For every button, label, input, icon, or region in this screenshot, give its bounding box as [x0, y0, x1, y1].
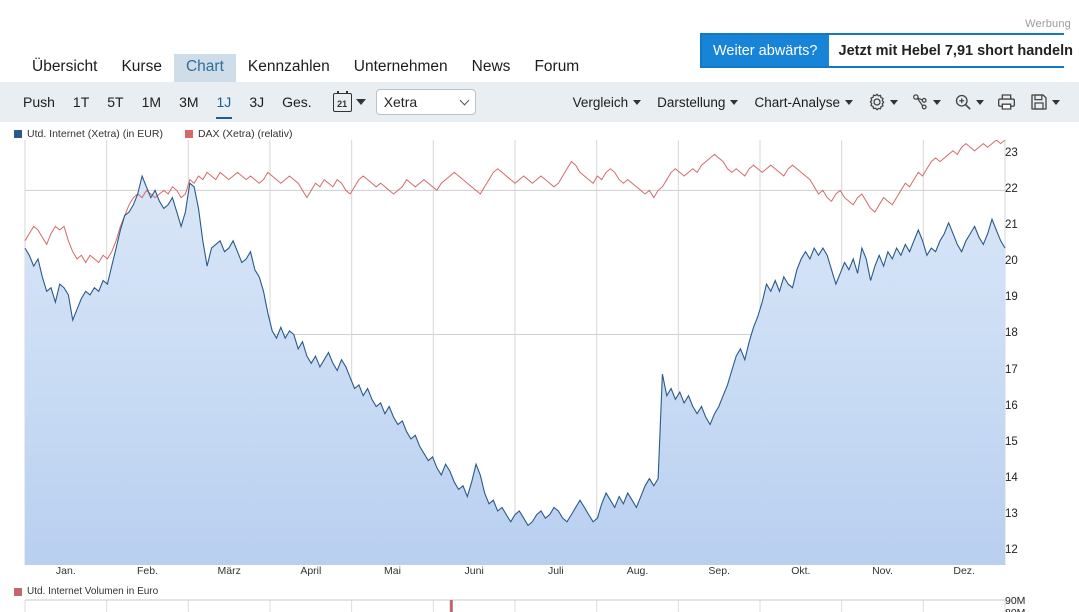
exchange-select[interactable]: Xetra [376, 89, 476, 115]
range-button-1t[interactable]: 1T [64, 91, 98, 113]
legend-item[interactable]: Utd. Internet (Xetra) (in EUR) [14, 128, 163, 140]
nav-item-label: News [472, 58, 511, 75]
menu-vergleich-label: Vergleich [573, 95, 629, 110]
x-axis-tick: Aug. [627, 565, 649, 577]
y-axis-tick: 13 [1005, 508, 1018, 520]
nav-item-label: Forum [534, 58, 579, 75]
price-chart-svg [0, 140, 1079, 572]
legend-swatch-icon [14, 130, 22, 138]
nav-item-label: Kurse [121, 58, 162, 75]
nav-item-label: Übersicht [32, 58, 97, 75]
x-axis-tick: April [300, 565, 321, 577]
x-axis-tick: Sep. [708, 565, 730, 577]
y-axis-tick: 21 [1005, 219, 1018, 231]
y-axis-tick: 23 [1005, 147, 1018, 159]
chart-page: Werbung Weiter abwärts? Jetzt mit Hebel … [0, 0, 1079, 612]
volume-axis-top-label: 90M [1005, 595, 1025, 607]
x-axis-tick: Dez. [953, 565, 975, 577]
x-axis-tick: Juli [548, 565, 564, 577]
x-axis-tick: Feb. [137, 565, 158, 577]
x-axis-tick: Nov. [872, 565, 893, 577]
nav-item-label: Unternehmen [354, 58, 448, 75]
chevron-down-icon [730, 100, 738, 105]
zoom-button[interactable] [948, 90, 989, 114]
chevron-down-icon [356, 99, 366, 105]
menu-chart-analyse-label: Chart-Analyse [754, 95, 840, 110]
y-axis-tick: 18 [1005, 327, 1018, 339]
nav-item-label: Kennzahlen [248, 58, 330, 75]
volume-legend: Utd. Internet Volumen in Euro [14, 586, 158, 597]
menu-darstellung-label: Darstellung [657, 95, 725, 110]
nav-item-kurse[interactable]: Kurse [109, 54, 174, 82]
y-axis-tick: 15 [1005, 436, 1018, 448]
chevron-down-icon [933, 100, 941, 105]
nav-item-forum[interactable]: Forum [522, 54, 591, 82]
volume-legend-label: Utd. Internet Volumen in Euro [27, 586, 158, 597]
main-nav: Übersicht Kurse Chart Kennzahlen Unternehmen… [0, 52, 1079, 82]
y-axis-tick: 20 [1005, 255, 1018, 267]
nav-item-unternehmen[interactable]: Unternehmen [342, 54, 460, 82]
menu-chart-analyse[interactable]: Chart-Analyse [747, 92, 860, 113]
price-chart[interactable] [0, 140, 1079, 572]
range-button-ges[interactable]: Ges. [273, 91, 321, 113]
y-axis-tick: 22 [1005, 183, 1018, 195]
chart-legend: Utd. Internet (Xetra) (in EUR) DAX (Xetra… [14, 128, 292, 140]
settings-button[interactable] [862, 90, 903, 114]
legend-label: Utd. Internet (Xetra) (in EUR) [27, 128, 163, 140]
menu-darstellung[interactable]: Darstellung [650, 92, 745, 113]
chevron-down-icon [633, 100, 641, 105]
legend-item[interactable]: DAX (Xetra) (relativ) [185, 128, 293, 140]
range-button-3m[interactable]: 3M [170, 91, 207, 113]
y-axis-tick: 12 [1005, 544, 1018, 556]
save-button[interactable] [1024, 90, 1065, 114]
y-axis-tick: 17 [1005, 364, 1018, 376]
volume-chart-svg [0, 598, 1079, 612]
nav-item-kennzahlen[interactable]: Kennzahlen [236, 54, 342, 82]
ad-label: Werbung [1025, 18, 1071, 30]
x-axis-tick: März [217, 565, 240, 577]
chevron-down-icon [845, 100, 853, 105]
menu-vergleich[interactable]: Vergleich [566, 92, 649, 113]
printer-icon [996, 92, 1017, 112]
volume-axis-second-label: 80M [1005, 607, 1025, 612]
chevron-down-icon [459, 96, 469, 106]
y-axis: 23 22 21 20 19 18 17 16 15 14 13 12 [1005, 140, 1075, 572]
range-button-5t[interactable]: 5T [98, 91, 132, 113]
range-button-1m[interactable]: 1M [133, 91, 170, 113]
calendar-icon: 21 [333, 93, 352, 112]
range-button-push[interactable]: Push [14, 91, 64, 113]
chevron-down-icon [976, 100, 984, 105]
exchange-select-value: Xetra [384, 94, 417, 110]
toolbar-right-group: Vergleich Darstellung Chart-Analyse [566, 90, 1065, 114]
chevron-down-icon [890, 100, 898, 105]
legend-label: DAX (Xetra) (relativ) [198, 128, 293, 140]
y-axis-tick: 14 [1005, 472, 1018, 484]
indicators-button[interactable] [905, 90, 946, 114]
legend-swatch-icon [185, 130, 193, 138]
save-floppy-icon [1029, 92, 1049, 112]
nav-item--bersicht[interactable]: Übersicht [20, 54, 109, 82]
indicator-nodes-icon [910, 92, 930, 112]
x-axis-tick: Jan. [56, 565, 76, 577]
volume-legend-swatch [14, 588, 22, 596]
range-button-3j[interactable]: 3J [240, 91, 273, 113]
chart-toolbar: Push1T5T1M3M1J3JGes. 21 Xetra Vergleich … [0, 82, 1079, 122]
date-picker-button[interactable]: 21 [333, 93, 366, 112]
gear-icon [867, 92, 887, 112]
chevron-down-icon [1052, 100, 1060, 105]
range-button-1j[interactable]: 1J [208, 91, 241, 113]
nav-item-news[interactable]: News [460, 54, 523, 82]
zoom-in-icon [953, 92, 973, 112]
nav-item-chart[interactable]: Chart [174, 54, 236, 82]
nav-item-label: Chart [186, 58, 224, 75]
print-button[interactable] [991, 90, 1022, 114]
y-axis-tick: 16 [1005, 400, 1018, 412]
volume-chart[interactable] [0, 598, 1079, 612]
volume-bar [450, 600, 453, 612]
x-axis-tick: Mai [384, 565, 401, 577]
x-axis: Jan. Feb. März April Mai Juni Juli Aug. Sep. Okt.… [0, 565, 1079, 585]
x-axis-tick: Okt. [791, 565, 810, 577]
x-axis-tick: Juni [465, 565, 484, 577]
y-axis-tick: 19 [1005, 291, 1018, 303]
